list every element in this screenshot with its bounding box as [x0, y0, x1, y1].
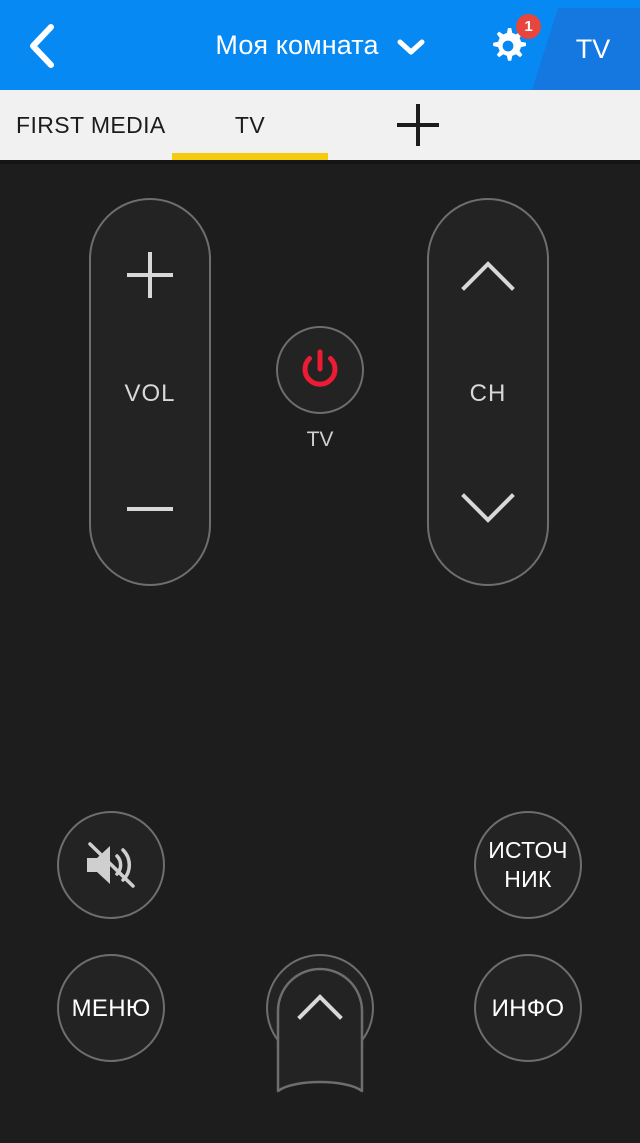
chevron-down-icon — [397, 39, 425, 55]
source-button-label: ИСТОЧ НИК — [488, 836, 568, 894]
plus-icon — [127, 252, 173, 298]
channel-label: CH — [469, 380, 507, 407]
power-icon — [302, 349, 338, 387]
mute-button[interactable] — [57, 811, 165, 919]
source-label-line2: НИК — [504, 866, 552, 892]
chevron-up-icon — [461, 261, 515, 291]
volume-label-wrap: VOL — [91, 350, 209, 438]
menu-button-label: МЕНЮ — [71, 994, 151, 1022]
mute-speaker-icon — [87, 842, 135, 888]
tab-tv[interactable]: TV — [172, 90, 328, 160]
chevron-down-icon — [461, 493, 515, 523]
device-tab-tv[interactable]: TV — [532, 8, 640, 90]
power-button[interactable] — [276, 326, 364, 414]
channel-label-wrap: CH — [429, 350, 547, 438]
remote-panel: VOL CH TV ИСТОЧ НИК МЕНЮ ИНФО — [0, 164, 640, 1143]
tab-bar: FIRST MEDIA TV — [0, 90, 640, 164]
channel-down-button[interactable] — [429, 434, 547, 584]
channel-up-button[interactable] — [429, 200, 547, 350]
minus-icon — [127, 486, 173, 532]
tab-add-device[interactable] — [328, 90, 508, 160]
active-tab-indicator — [172, 153, 328, 160]
tab-first-media[interactable]: FIRST MEDIA — [0, 90, 172, 160]
volume-rocker: VOL — [89, 198, 211, 586]
device-tab-label: TV — [575, 33, 611, 64]
tab-label: FIRST MEDIA — [16, 111, 166, 138]
volume-label: VOL — [124, 380, 176, 407]
source-label-line1: ИСТОЧ — [488, 837, 568, 863]
page-title: Моя комната — [215, 29, 379, 60]
drawer-handle[interactable] — [276, 965, 364, 1093]
volume-down-button[interactable] — [91, 434, 209, 584]
chevron-left-icon — [30, 24, 54, 68]
source-button[interactable]: ИСТОЧ НИК — [474, 811, 582, 919]
settings-button[interactable]: 1 — [486, 14, 541, 68]
plus-icon — [397, 104, 439, 146]
channel-rocker: CH — [427, 198, 549, 586]
info-button-label: ИНФО — [491, 994, 565, 1022]
drawer-handle-shape — [276, 967, 364, 1093]
notification-badge: 1 — [516, 14, 541, 39]
power-button-label: TV — [306, 428, 334, 451]
remote-control-screen: Моя комната 1 TV FIRST MEDIA TV VOL CH T… — [0, 0, 640, 1143]
menu-button[interactable]: МЕНЮ — [57, 954, 165, 1062]
tab-label: TV — [234, 111, 266, 138]
volume-up-button[interactable] — [91, 200, 209, 350]
info-button[interactable]: ИНФО — [474, 954, 582, 1062]
back-button[interactable] — [14, 18, 70, 74]
app-header: Моя комната 1 TV — [0, 0, 640, 90]
